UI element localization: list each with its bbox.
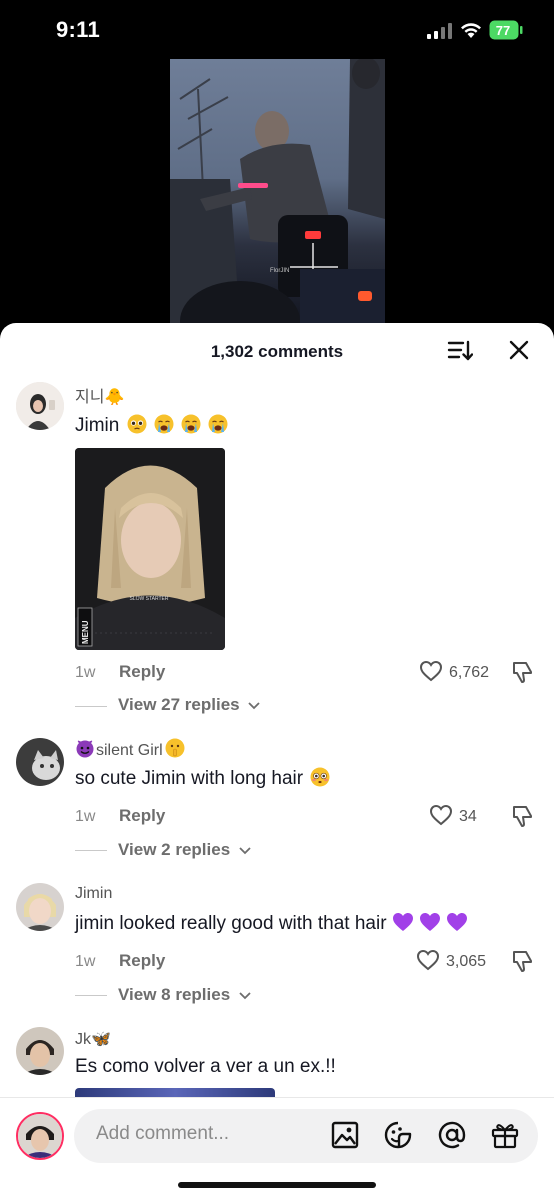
sort-icon[interactable]	[447, 339, 473, 363]
status-bar: 9:11 77	[0, 0, 554, 60]
comment-username[interactable]: Jk🦋	[75, 1029, 111, 1049]
video-player[interactable]: FlorJIN	[170, 59, 385, 325]
mention-icon[interactable]	[437, 1120, 467, 1150]
replies-divider	[75, 850, 107, 851]
comment-text: Es como volver a ver a un ex.!!	[75, 1056, 336, 1077]
purple-heart-emoji-icon	[420, 913, 441, 931]
avatar-image	[16, 738, 64, 786]
reply-button[interactable]: Reply	[119, 951, 165, 971]
dislike-icon[interactable]	[509, 949, 535, 973]
comment-text: Jimin	[75, 414, 228, 437]
comment-input-placeholder: Add comment...	[96, 1123, 230, 1144]
comment-time: 1w	[75, 664, 96, 681]
view-replies-button[interactable]: View 27 replies	[118, 695, 260, 715]
reply-button[interactable]: Reply	[119, 806, 165, 826]
my-avatar[interactable]	[16, 1112, 64, 1160]
dislike-icon[interactable]	[509, 660, 535, 684]
avatar[interactable]	[16, 883, 64, 931]
image-icon[interactable]	[330, 1120, 360, 1150]
wifi-icon	[461, 23, 481, 38]
crying-face-emoji-icon	[154, 414, 174, 434]
view-replies-label: View 27 replies	[118, 695, 240, 714]
chevron-down-icon	[248, 701, 260, 709]
avatar[interactable]	[16, 1027, 64, 1075]
comment-text-content: so cute Jimin with long hair	[75, 768, 304, 789]
avatar[interactable]	[16, 382, 64, 430]
view-replies-label: View 8 replies	[118, 985, 231, 1004]
comment-text: so cute Jimin with long hair	[75, 767, 330, 790]
comment-username-text: silent Girl	[96, 742, 163, 759]
comment-username[interactable]: silent Girl	[75, 738, 185, 760]
avatar-image	[16, 1027, 64, 1075]
status-time: 9:11	[56, 17, 101, 42]
pleading-face-emoji-icon	[127, 414, 147, 434]
video-watermark: FlorJIN	[270, 268, 289, 274]
comment-item: Jk🦋 Es como volver a ver a un ex.!!	[0, 1025, 554, 1105]
video-frame: FlorJIN	[170, 59, 385, 325]
home-indicator	[178, 1182, 376, 1188]
comment-text-content: Jimin	[75, 415, 120, 436]
replies-divider	[75, 706, 107, 707]
comment-username[interactable]: 지니🐥	[75, 383, 124, 407]
chevron-down-icon	[239, 846, 251, 854]
battery-level: 77	[496, 23, 510, 38]
avatar[interactable]	[16, 738, 64, 786]
dislike-icon[interactable]	[509, 804, 535, 828]
comment-username[interactable]: Jimin	[75, 885, 112, 903]
crying-face-emoji-icon	[208, 414, 228, 434]
sticker-icon[interactable]	[383, 1120, 413, 1150]
like-count: 3,065	[446, 953, 487, 970]
smiling-devil-emoji-icon	[76, 740, 94, 758]
replies-divider	[75, 995, 107, 996]
view-replies-label: View 2 replies	[118, 840, 231, 859]
comment-item: 지니🐥 Jimin SLOW STARTER MENU 1w Reply 6,7…	[0, 379, 554, 719]
close-icon[interactable]	[508, 339, 530, 361]
gift-icon[interactable]	[490, 1120, 520, 1150]
purple-heart-emoji-icon	[392, 913, 413, 931]
photo-caption: SLOW STARTER	[130, 596, 169, 602]
heart-icon[interactable]	[429, 804, 453, 826]
comment-item: silent Girl so cute Jimin with long hair…	[0, 736, 554, 871]
flushed-face-emoji-icon	[310, 767, 330, 787]
comment-text-content: jimin looked really good with that hair	[75, 913, 387, 934]
comment-photo[interactable]: SLOW STARTER MENU	[75, 448, 225, 650]
battery-icon: 77	[489, 20, 523, 40]
comments-header: 1,302 comments	[0, 323, 554, 381]
avatar-image	[16, 382, 64, 430]
comment-text: jimin looked really good with that hair	[75, 912, 468, 935]
like-count: 34	[459, 808, 477, 825]
view-replies-button[interactable]: View 2 replies	[118, 840, 251, 860]
comment-time: 1w	[75, 808, 96, 825]
comment-photo-image: SLOW STARTER MENU	[75, 448, 225, 650]
comments-sheet: 1,302 comments 지니🐥 Jimin SLOW STARTER ME…	[0, 323, 554, 1199]
view-replies-button[interactable]: View 8 replies	[118, 985, 251, 1005]
heart-icon[interactable]	[416, 949, 440, 971]
like-count: 6,762	[449, 664, 490, 681]
comment-time: 1w	[75, 953, 96, 970]
crying-face-emoji-icon	[181, 414, 201, 434]
shushing-face-emoji-icon	[165, 738, 185, 758]
photo-side-label: MENU	[81, 620, 90, 644]
signal-icon	[427, 23, 452, 39]
chevron-down-icon	[239, 991, 251, 999]
avatar-image	[16, 883, 64, 931]
my-avatar-image	[18, 1114, 62, 1158]
heart-icon[interactable]	[419, 660, 443, 682]
reply-button[interactable]: Reply	[119, 662, 165, 682]
purple-heart-emoji-icon	[447, 913, 468, 931]
comment-item: Jimin jimin looked really good with that…	[0, 881, 554, 1016]
